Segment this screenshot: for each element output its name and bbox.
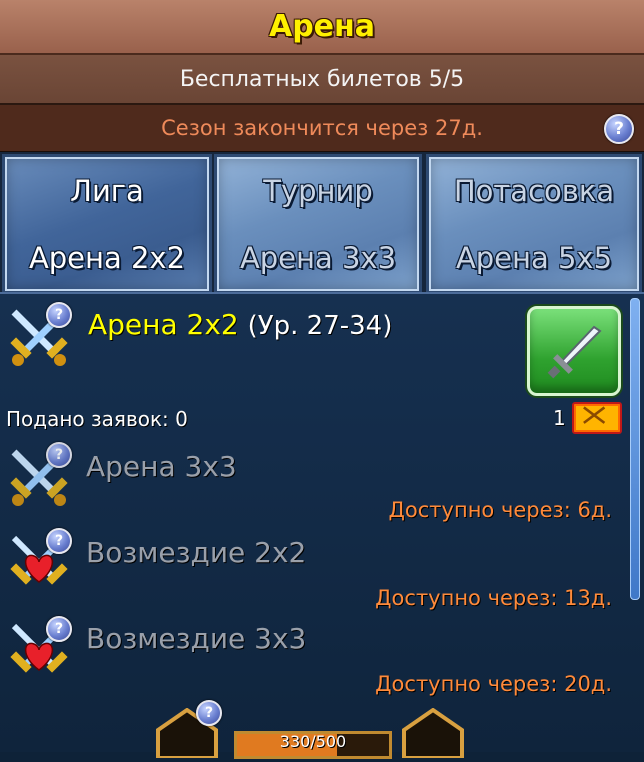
progress-text: 330/500: [279, 732, 347, 751]
tab-brawl[interactable]: Потасовка Арена 5x5: [426, 154, 642, 294]
arena-list: ? Арена 2x2 (Ур. 27-34) Подано заявок: 0…: [0, 292, 644, 760]
reward-slot-right[interactable]: [402, 707, 464, 760]
title-bar: Арена: [0, 0, 644, 55]
season-text: Сезон закончится через 27д.: [161, 116, 483, 140]
heart-swords-icon: ?: [6, 528, 72, 596]
question-icon: ?: [54, 447, 64, 463]
current-arena-name: Арена 2x2: [88, 308, 239, 341]
question-icon: ?: [54, 621, 64, 637]
arena-row-title: Возмездие 3x3: [86, 622, 307, 655]
tab-tournament-sub: Арена 3x3: [239, 240, 397, 275]
reward-slot-left[interactable]: ?: [156, 700, 222, 760]
tab-tournament[interactable]: Турнир Арена 3x3: [214, 154, 422, 294]
arena-availability: Доступно через: 13д.: [375, 586, 612, 610]
heart-swords-icon: ?: [6, 616, 72, 684]
ticket-count: 1: [553, 406, 566, 430]
current-arena-level: (Ур. 27-34): [247, 311, 393, 341]
season-help-button[interactable]: ?: [604, 114, 634, 144]
tab-league-sub: Арена 2x2: [28, 240, 186, 275]
free-tickets-text: Бесплатных билетов 5/5: [179, 66, 465, 92]
fight-button[interactable]: [527, 306, 621, 396]
ticket-icon: [572, 402, 622, 434]
window-title: Арена: [268, 9, 375, 44]
crossed-swords-icon: ?: [6, 302, 72, 370]
question-icon: ?: [54, 533, 64, 549]
season-bar: Сезон закончится через 27д. ?: [0, 105, 644, 153]
submitted-count: Подано заявок: 0: [6, 407, 188, 431]
tab-tournament-label: Турнир: [263, 173, 373, 208]
sword-icon: [547, 325, 602, 379]
question-icon: ?: [204, 705, 214, 721]
arena-row-title: Арена 3x3: [86, 450, 237, 483]
arena-help-button[interactable]: ?: [46, 528, 72, 554]
arena-tabs: Лига Арена 2x2 Турнир Арена 3x3 Потасовк…: [0, 152, 644, 294]
arena-help-button[interactable]: ?: [46, 442, 72, 468]
question-icon: ?: [54, 307, 64, 323]
tab-league-label: Лига: [70, 173, 144, 208]
arena-help-button[interactable]: ?: [46, 302, 72, 328]
tab-brawl-sub: Арена 5x5: [455, 240, 613, 275]
arena-row-title: Возмездие 2x2: [86, 536, 307, 569]
question-icon: ?: [614, 119, 624, 139]
arena-availability: Доступно через: 6д.: [388, 498, 613, 522]
current-arena-title: Арена 2x2 (Ур. 27-34): [88, 308, 392, 341]
free-tickets-bar: Бесплатных билетов 5/5: [0, 55, 644, 105]
crossed-swords-icon: ?: [6, 442, 72, 510]
tab-brawl-label: Потасовка: [453, 173, 615, 208]
scrollbar[interactable]: [630, 298, 640, 600]
arena-help-button[interactable]: ?: [46, 616, 72, 642]
arena-availability: Доступно через: 20д.: [375, 672, 612, 696]
reward-help-button[interactable]: ?: [196, 700, 222, 726]
rating-progress-bar: 330/500: [234, 731, 392, 759]
tab-league[interactable]: Лига Арена 2x2: [2, 154, 212, 294]
